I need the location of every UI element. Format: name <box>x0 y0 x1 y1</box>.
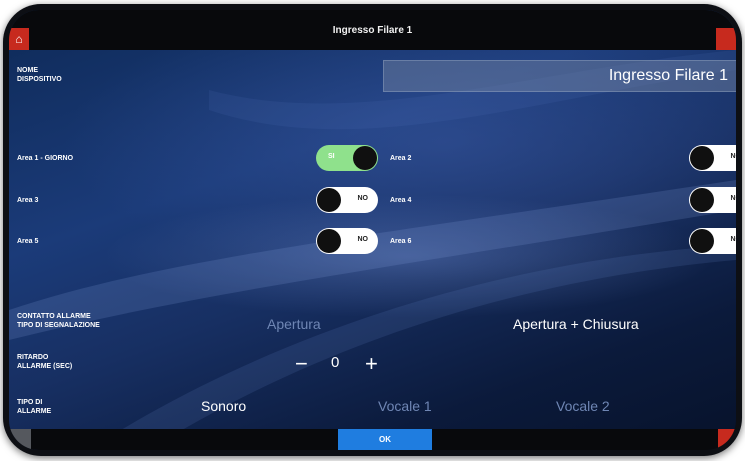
alarm-type-sonoro[interactable]: Sonoro <box>201 398 246 414</box>
delay-label: RITARDO ALLARME (SEC) <box>17 354 73 370</box>
device-name-field[interactable]: Ingresso Filare 1 <box>383 60 736 92</box>
area-1-state: SI <box>328 153 335 160</box>
area-3-label: Area 3 <box>17 197 39 204</box>
toggle-knob <box>690 146 714 170</box>
area-3-state: NO <box>357 195 369 202</box>
top-bar: ⌂ Ingresso Filare 1 <box>9 10 736 50</box>
toggle-knob <box>317 229 341 253</box>
device-frame: ⌂ Ingresso Filare 1 NOME DISPOSITIVO Ing… <box>3 4 742 456</box>
area-5-label: Area 5 <box>17 238 39 245</box>
area-6-label: Area 6 <box>390 238 412 245</box>
area-2-toggle[interactable]: NO <box>689 145 736 171</box>
corner-button[interactable] <box>718 429 736 450</box>
toggle-knob <box>353 146 377 170</box>
page-title: Ingresso Filare 1 <box>332 25 413 36</box>
alarm-type-vocale-2[interactable]: Vocale 2 <box>556 398 610 414</box>
area-2-state: NO <box>730 153 737 160</box>
ok-button[interactable]: OK <box>338 429 432 450</box>
toggle-knob <box>690 188 714 212</box>
toggle-knob <box>317 188 341 212</box>
device-name-label: NOME DISPOSITIVO <box>17 67 62 83</box>
bottom-bar: OK <box>9 429 736 450</box>
alarm-type-label: TIPO DI ALLARME <box>17 399 52 415</box>
area-6-state: NO <box>730 236 737 243</box>
area-5-state: NO <box>357 236 369 243</box>
contact-label: CONTATTO ALLARME TIPO DI SEGNALAZIONE <box>17 313 100 329</box>
alarm-type-vocale-1[interactable]: Vocale 1 <box>378 398 432 414</box>
area-4-state: NO <box>730 195 737 202</box>
contact-option-apertura-chiusura[interactable]: Apertura + Chiusura <box>513 316 639 332</box>
area-1-label: Area 1 - GIORNO <box>17 155 74 162</box>
screen: ⌂ Ingresso Filare 1 NOME DISPOSITIVO Ing… <box>9 10 736 450</box>
contact-option-apertura[interactable]: Apertura <box>267 316 321 332</box>
toggle-knob <box>690 229 714 253</box>
back-button[interactable] <box>9 429 31 450</box>
increment-button[interactable]: + <box>365 351 378 377</box>
area-4-toggle[interactable]: NO <box>689 187 736 213</box>
area-2-label: Area 2 <box>390 155 412 162</box>
area-1-toggle[interactable]: SI <box>316 145 378 171</box>
decrement-button[interactable]: − <box>295 351 308 377</box>
area-4-label: Area 4 <box>390 197 412 204</box>
area-3-toggle[interactable]: NO <box>316 187 378 213</box>
delay-value: 0 <box>331 354 340 371</box>
close-button[interactable] <box>716 28 736 50</box>
area-6-toggle[interactable]: NO <box>689 228 736 254</box>
area-5-toggle[interactable]: NO <box>316 228 378 254</box>
